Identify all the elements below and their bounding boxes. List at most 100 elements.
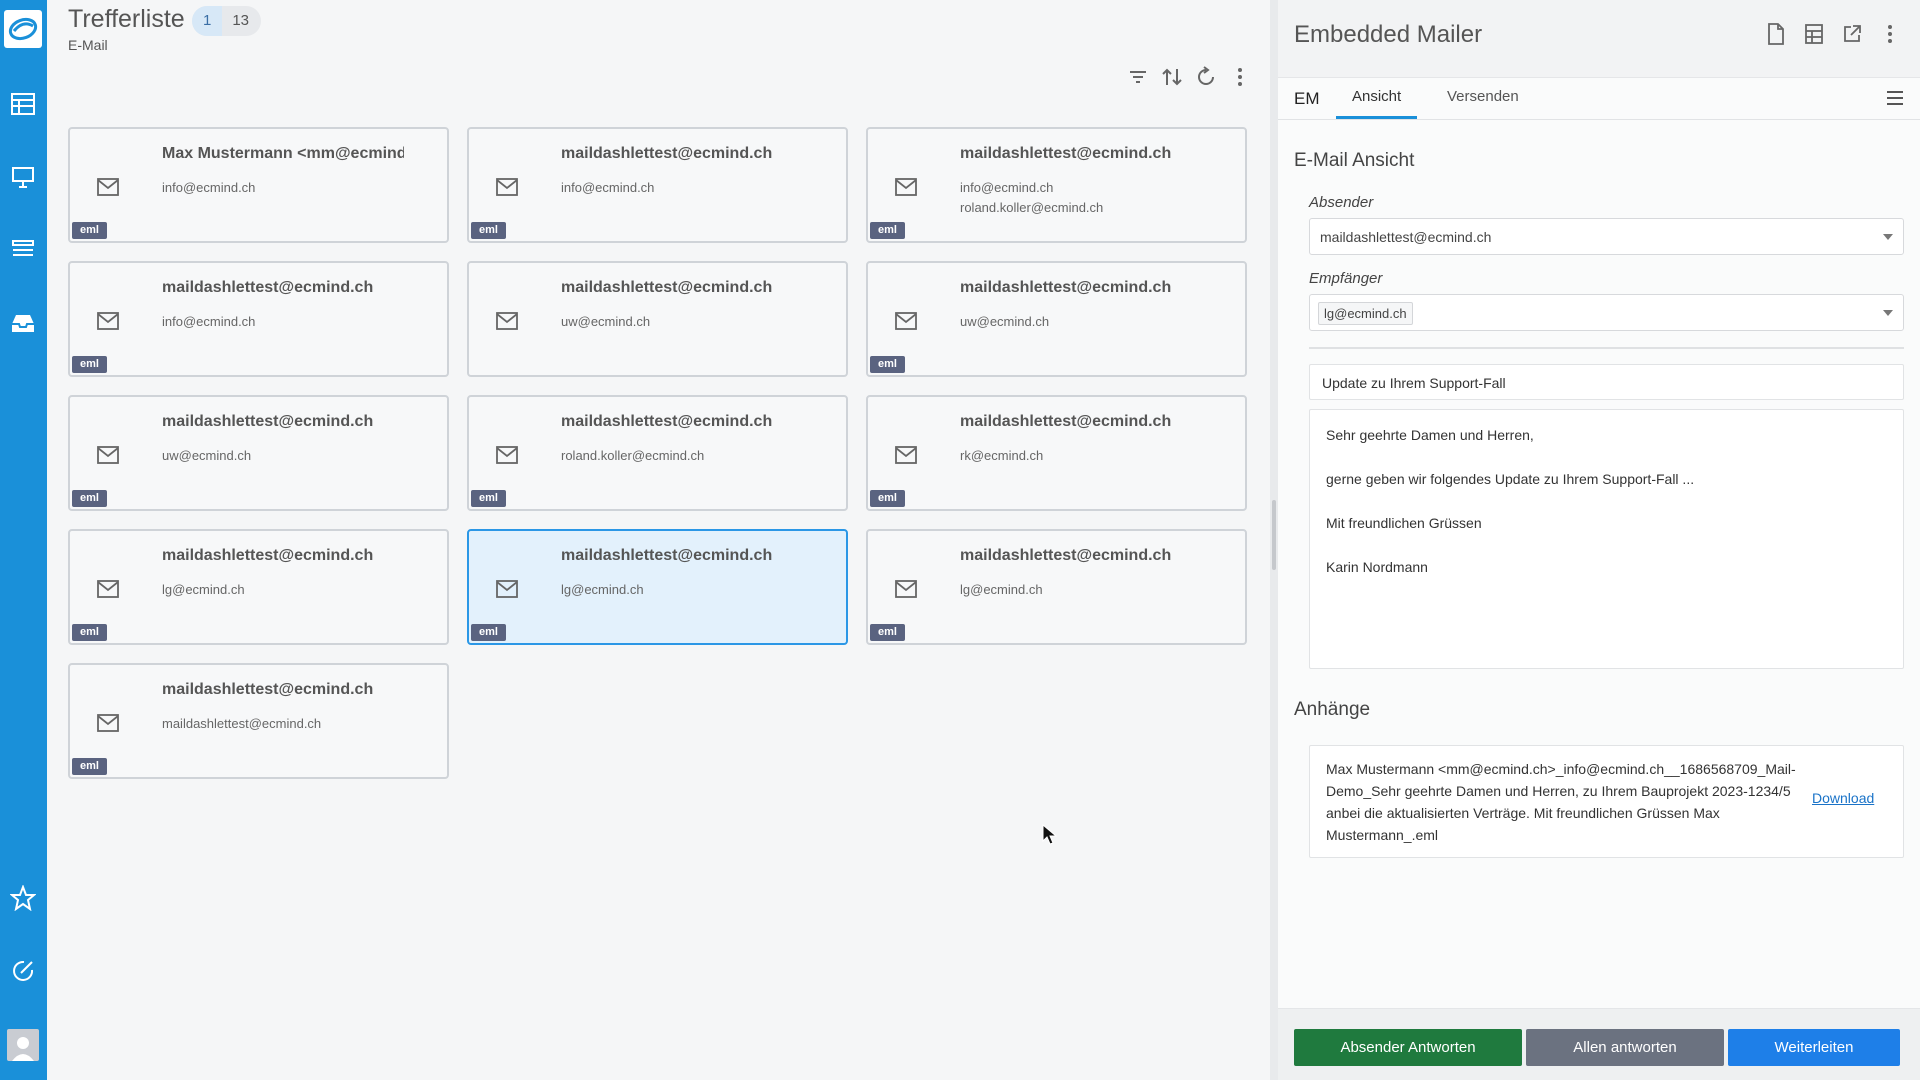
sender-label: Absender	[1309, 194, 1374, 211]
mailer-footer: Absender Antworten Allen antworten Weite…	[1278, 1008, 1920, 1080]
file-type-badge: eml	[870, 490, 905, 507]
body-line: Mit freundlichen Grüssen	[1326, 515, 1482, 531]
file-type-badge: eml	[471, 490, 506, 507]
mail-icon	[895, 580, 917, 598]
card-recipient-line: info@ecmind.ch	[960, 180, 1054, 195]
card-recipient: uw@ecmind.ch	[960, 314, 1050, 329]
card-sender: maildashlettest@ecmind.ch	[162, 681, 374, 698]
result-card[interactable]: maildashlettest@ecmind.ch info@ecmind.ch…	[467, 127, 848, 243]
result-card[interactable]: maildashlettest@ecmind.ch rk@ecmind.ch e…	[866, 395, 1247, 511]
page-badge: 1	[192, 6, 223, 36]
file-type-badge: eml	[72, 222, 107, 239]
card-recipient: info@ecmind.ch	[561, 180, 655, 195]
card-sender: maildashlettest@ecmind.ch	[561, 279, 773, 296]
mail-icon	[895, 446, 917, 464]
result-count-badge: 1 13	[192, 6, 262, 36]
sender-select[interactable]: maildashlettest@ecmind.ch	[1309, 218, 1904, 255]
more-vert-icon[interactable]	[1228, 65, 1252, 89]
avatar[interactable]	[7, 1029, 39, 1061]
result-card[interactable]: maildashlettest@ecmind.ch info@ecmind.ch…	[866, 127, 1247, 243]
splitter-grip[interactable]	[1272, 500, 1276, 570]
card-recipient: rk@ecmind.ch	[960, 448, 1044, 463]
panel-splitter[interactable]	[1270, 0, 1278, 1080]
inbox-icon[interactable]	[10, 310, 36, 336]
table-icon[interactable]	[1802, 22, 1826, 46]
sender-value: maildashlettest@ecmind.ch	[1320, 229, 1492, 245]
filter-icon[interactable]	[1126, 65, 1150, 89]
card-sender: Max Mustermann <mm@ecmind.ch>	[162, 145, 404, 162]
mail-icon	[895, 178, 917, 196]
file-type-badge: eml	[471, 222, 506, 239]
list-icon[interactable]	[10, 236, 36, 262]
reply-all-button[interactable]: Allen antworten	[1526, 1029, 1724, 1066]
nav-rail	[0, 0, 47, 1080]
refresh-icon[interactable]	[1194, 65, 1218, 89]
results-panel: Trefferliste 1 13 E-Mail Max Mustermann …	[47, 0, 1270, 1080]
app-logo[interactable]	[4, 10, 42, 48]
star-icon[interactable]	[10, 885, 36, 911]
card-sender: maildashlettest@ecmind.ch	[561, 413, 773, 430]
result-card[interactable]: maildashlettest@ecmind.ch lg@ecmind.ch e…	[866, 529, 1247, 645]
file-type-badge: eml	[870, 222, 905, 239]
tab-versenden[interactable]: Versenden	[1431, 88, 1535, 116]
chevron-down-icon	[1883, 310, 1893, 316]
forward-button[interactable]: Weiterleiten	[1728, 1029, 1900, 1066]
file-type-badge: eml	[72, 490, 107, 507]
recipient-select[interactable]: lg@ecmind.ch	[1309, 294, 1904, 331]
mailer-tabs: EM Ansicht Versenden	[1278, 78, 1920, 120]
document-icon[interactable]	[1764, 22, 1788, 46]
file-type-badge: eml	[870, 624, 905, 641]
email-body[interactable]: Sehr geehrte Damen und Herren, gerne geb…	[1309, 409, 1904, 669]
result-card[interactable]: maildashlettest@ecmind.ch uw@ecmind.ch e…	[68, 395, 449, 511]
tab-em-label: EM	[1294, 89, 1320, 108]
subject-value: Update zu Ihrem Support-Fall	[1322, 375, 1506, 391]
card-recipient: lg@ecmind.ch	[561, 582, 644, 597]
subject-field[interactable]: Update zu Ihrem Support-Fall	[1309, 364, 1904, 400]
results-toolbar	[1126, 65, 1252, 89]
recipient-label: Empfänger	[1309, 270, 1383, 287]
result-card[interactable]: maildashlettest@ecmind.ch lg@ecmind.ch e…	[68, 529, 449, 645]
mail-icon	[97, 714, 119, 732]
result-card[interactable]: maildashlettest@ecmind.ch info@ecmind.ch…	[68, 261, 449, 377]
attachment-item: Max Mustermann <mm@ecmind.ch>_info@ecmin…	[1309, 745, 1904, 858]
card-recipient: maildashlettest@ecmind.ch	[162, 716, 322, 731]
sort-icon[interactable]	[1160, 65, 1184, 89]
download-link[interactable]: Download	[1812, 790, 1874, 806]
result-card[interactable]: maildashlettest@ecmind.ch uw@ecmind.ch	[467, 261, 848, 377]
body-line: Karin Nordmann	[1326, 559, 1428, 575]
result-card-selected[interactable]: maildashlettest@ecmind.ch lg@ecmind.ch e…	[467, 529, 848, 645]
presentation-icon[interactable]	[10, 164, 36, 190]
mail-icon	[496, 178, 518, 196]
hamburger-menu-icon[interactable]	[1885, 88, 1905, 108]
body-line: Sehr geehrte Damen und Herren,	[1326, 427, 1534, 443]
card-sender: maildashlettest@ecmind.ch	[162, 279, 374, 296]
attachment-name: Max Mustermann <mm@ecmind.ch>_info@ecmin…	[1326, 761, 1796, 843]
open-external-icon[interactable]	[1840, 22, 1864, 46]
reply-sender-button[interactable]: Absender Antworten	[1294, 1029, 1522, 1066]
result-card[interactable]: maildashlettest@ecmind.ch uw@ecmind.ch e…	[866, 261, 1247, 377]
file-type-badge: eml	[72, 356, 107, 373]
mailer-header: Embedded Mailer	[1278, 0, 1920, 78]
more-vert-icon[interactable]	[1878, 22, 1902, 46]
card-sender: maildashlettest@ecmind.ch	[561, 145, 773, 162]
mailer-panel: Embedded Mailer EM Ansicht Versenden E-M…	[1278, 0, 1920, 1080]
card-sender: maildashlettest@ecmind.ch	[162, 547, 374, 564]
file-type-badge: eml	[870, 356, 905, 373]
recipient-chip[interactable]: lg@ecmind.ch	[1318, 302, 1413, 325]
edit-circle-icon[interactable]	[10, 958, 36, 984]
tab-ansicht[interactable]: Ansicht	[1336, 88, 1418, 119]
result-card[interactable]: Max Mustermann <mm@ecmind.ch> info@ecmin…	[68, 127, 449, 243]
mail-icon	[97, 312, 119, 330]
result-card[interactable]: maildashlettest@ecmind.ch maildashlettes…	[68, 663, 449, 779]
card-sender: maildashlettest@ecmind.ch	[960, 145, 1172, 162]
result-card[interactable]: maildashlettest@ecmind.ch roland.koller@…	[467, 395, 848, 511]
card-recipient: lg@ecmind.ch	[960, 582, 1043, 597]
mail-icon	[97, 178, 119, 196]
card-sender: maildashlettest@ecmind.ch	[162, 413, 374, 430]
card-recipient: uw@ecmind.ch	[162, 448, 252, 463]
mailer-actions	[1764, 22, 1902, 46]
dashboard-icon[interactable]	[10, 91, 36, 117]
card-recipient-line: roland.koller@ecmind.ch	[960, 200, 1104, 215]
file-type-badge: eml	[471, 624, 506, 641]
card-recipient: info@ecmind.ch	[162, 314, 256, 329]
